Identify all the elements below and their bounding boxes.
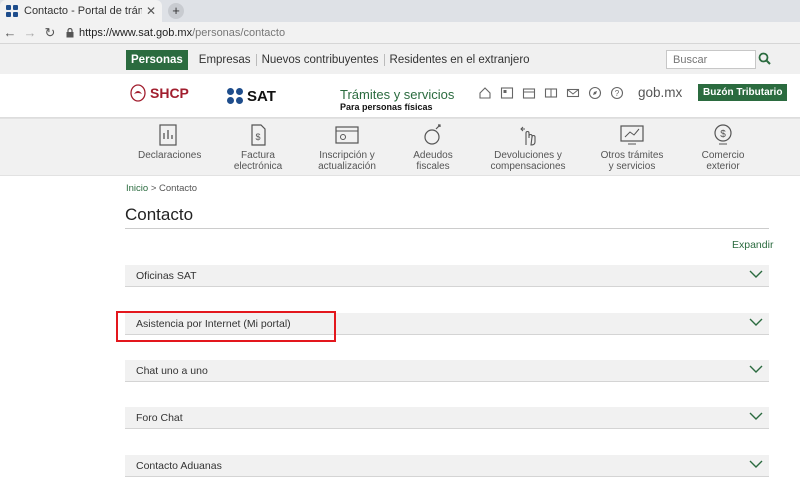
category-label-line1: Factura bbox=[241, 150, 275, 161]
breadcrumb-current: Contacto bbox=[159, 183, 198, 194]
category-label-line2: electrónica bbox=[233, 161, 283, 172]
accordion-oficinas-sat[interactable]: Oficinas SAT bbox=[125, 265, 769, 287]
tab-close-icon[interactable]: ✕ bbox=[146, 4, 156, 18]
top-navigation: Personas Empresas Nuevos contribuyentes … bbox=[0, 44, 800, 74]
category-label-line2: exterior bbox=[706, 161, 740, 172]
chevron-down-icon bbox=[749, 318, 763, 327]
book-icon[interactable] bbox=[544, 86, 558, 100]
title-divider bbox=[125, 228, 769, 229]
category-strip: Declaraciones $ Factura electrónica Insc… bbox=[0, 118, 800, 176]
mail-icon[interactable] bbox=[566, 86, 580, 100]
sat-logo[interactable]: SAT bbox=[226, 87, 276, 105]
home-icon[interactable] bbox=[478, 86, 492, 100]
accordion-label: Oficinas SAT bbox=[136, 269, 197, 282]
lock-icon bbox=[66, 27, 74, 38]
category-label-line1: Otros trámites bbox=[600, 150, 664, 161]
category-label-line1: Devoluciones y bbox=[494, 150, 562, 161]
chevron-down-icon bbox=[749, 270, 763, 279]
reload-button[interactable]: ↻ bbox=[40, 25, 60, 41]
expand-all-link[interactable]: Expandir bbox=[732, 239, 773, 251]
shcp-logo[interactable]: SHCP bbox=[130, 84, 189, 102]
url-field[interactable]: https://www.sat.gob.mx/personas/contacto bbox=[66, 27, 285, 39]
coin-icon: $ bbox=[694, 123, 752, 147]
gobmx-link[interactable]: gob.mx bbox=[638, 85, 682, 100]
breadcrumb: Inicio > Contacto bbox=[126, 183, 197, 194]
new-tab-button[interactable]: + bbox=[168, 3, 184, 19]
category-label-line1: Adeudos bbox=[413, 150, 453, 161]
chevron-down-icon bbox=[749, 460, 763, 469]
eagle-seal-icon bbox=[130, 84, 146, 102]
category-factura[interactable]: $ Factura electrónica bbox=[228, 123, 288, 172]
category-label-line2: actualización bbox=[318, 161, 376, 172]
header-icons: ? bbox=[478, 86, 632, 100]
svg-text:$: $ bbox=[255, 132, 260, 142]
category-label-line2: fiscales bbox=[416, 161, 450, 172]
category-label-line1: Inscripción y bbox=[319, 150, 375, 161]
category-label-line1: Comercio bbox=[701, 150, 745, 161]
category-otros-tramites[interactable]: Otros trámites y servicios bbox=[596, 123, 668, 172]
factura-icon: $ bbox=[228, 123, 288, 147]
accordion-label: Contacto Aduanas bbox=[136, 459, 222, 472]
monitor-chart-icon bbox=[596, 123, 668, 147]
category-comercio[interactable]: $ Comercio exterior bbox=[694, 123, 752, 172]
nav-residentes-extranjero[interactable]: Residentes en el extranjero bbox=[385, 54, 535, 66]
address-bar: ← → ↻ https://www.sat.gob.mx/personas/co… bbox=[0, 22, 800, 44]
adeudos-icon bbox=[403, 123, 463, 147]
inscripcion-icon bbox=[312, 123, 382, 147]
sat-favicon-icon bbox=[6, 5, 18, 17]
category-label-line2: y servicios bbox=[608, 161, 656, 172]
tramites-subtitle: Para personas físicas bbox=[340, 102, 433, 112]
chevron-down-icon bbox=[749, 412, 763, 421]
accordion-chat-uno-a-uno[interactable]: Chat uno a uno bbox=[125, 360, 769, 382]
highlight-box bbox=[116, 311, 336, 342]
tramites-heading: Trámites y servicios Para personas físic… bbox=[340, 87, 454, 112]
breadcrumb-home[interactable]: Inicio bbox=[126, 183, 148, 194]
accordion-foro-chat[interactable]: Foro Chat bbox=[125, 407, 769, 429]
sat-logo-icon bbox=[226, 87, 244, 105]
category-devoluciones[interactable]: Devoluciones y compensaciones bbox=[486, 123, 570, 172]
site-header: SHCP SAT Trámites y servicios Para perso… bbox=[0, 74, 800, 118]
browser-tab-bar: Contacto - Portal de trámites y s ✕ + bbox=[0, 0, 800, 22]
calendar-icon[interactable] bbox=[522, 86, 536, 100]
compass-icon[interactable] bbox=[588, 86, 602, 100]
tab-title: Contacto - Portal de trámites y s bbox=[24, 5, 142, 17]
svg-text:$: $ bbox=[720, 129, 726, 140]
category-declaraciones[interactable]: Declaraciones bbox=[138, 123, 202, 161]
category-adeudos[interactable]: Adeudos fiscales bbox=[403, 123, 463, 172]
chevron-down-icon bbox=[749, 365, 763, 374]
category-label-line2: compensaciones bbox=[490, 161, 566, 172]
svg-text:?: ? bbox=[615, 89, 620, 98]
search-icon[interactable] bbox=[758, 52, 771, 65]
news-icon[interactable] bbox=[500, 86, 514, 100]
nav-personas[interactable]: Personas bbox=[126, 50, 188, 70]
declaraciones-icon bbox=[138, 123, 198, 147]
help-icon[interactable]: ? bbox=[610, 86, 624, 100]
category-inscripcion[interactable]: Inscripción y actualización bbox=[312, 123, 382, 172]
sat-text: SAT bbox=[247, 87, 276, 105]
nav-empresas[interactable]: Empresas bbox=[194, 54, 257, 66]
buzon-tributario-button[interactable]: Buzón Tributario bbox=[698, 84, 788, 101]
search-input[interactable] bbox=[666, 50, 756, 69]
hand-touch-icon bbox=[486, 123, 570, 147]
accordion-contacto-aduanas[interactable]: Contacto Aduanas bbox=[125, 455, 769, 477]
nav-nuevos-contribuyentes[interactable]: Nuevos contribuyentes bbox=[257, 54, 385, 66]
url-path: /personas/contacto bbox=[192, 26, 286, 39]
tramites-title: Trámites y servicios bbox=[340, 87, 455, 102]
forward-button[interactable]: → bbox=[20, 25, 40, 40]
url-host: https://www.sat.gob.mx bbox=[79, 26, 193, 39]
breadcrumb-separator: > bbox=[148, 183, 160, 194]
accordion-label: Chat uno a uno bbox=[136, 364, 208, 377]
back-button[interactable]: ← bbox=[0, 25, 20, 40]
page-title: Contacto bbox=[125, 205, 194, 224]
category-label-line1: Declaraciones bbox=[138, 150, 202, 161]
shcp-text: SHCP bbox=[150, 85, 189, 101]
browser-tab[interactable]: Contacto - Portal de trámites y s ✕ bbox=[0, 0, 162, 22]
accordion-label: Foro Chat bbox=[136, 411, 183, 424]
